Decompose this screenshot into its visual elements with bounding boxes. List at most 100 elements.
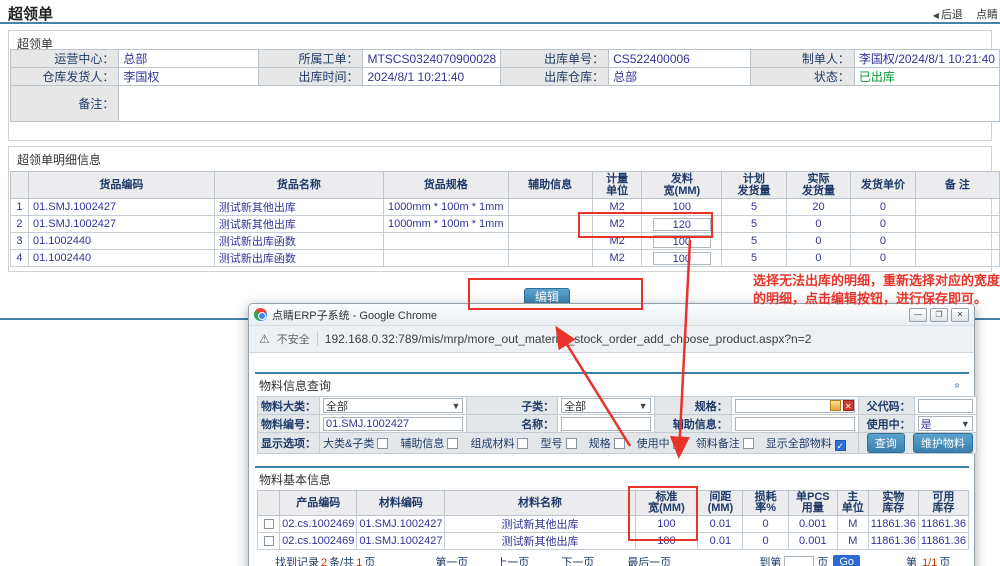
label-name: 名称： [467, 415, 558, 433]
col-rownum [11, 172, 29, 199]
cell-material-code: 01.SMJ.1002427 [357, 533, 445, 550]
prev-page-link[interactable]: 上一页 [496, 554, 529, 566]
cell-pcs-usage: 0.001 [788, 516, 837, 533]
next-page-link[interactable]: 下一页 [561, 554, 594, 566]
minimize-button[interactable]: — [909, 308, 927, 322]
maintain-material-button[interactable]: 维护物料 [913, 433, 973, 453]
cell-code: 01.SMJ.1002427 [28, 216, 214, 233]
material-row: 02.cs.1002469 01.SMJ.1002427 测试新其他出库 100… [258, 516, 969, 533]
goto-page-input[interactable] [784, 556, 814, 566]
back-link[interactable]: ◀后退 [933, 9, 963, 21]
width-input[interactable]: 100 [653, 252, 711, 265]
spec-clear-icon[interactable]: ✕ [843, 400, 854, 411]
chrome-popup-window: 点睛ERP子系统 - Google Chrome — ❐ ✕ ⚠ 不安全 192… [248, 303, 975, 566]
col-price: 发货单价 [851, 172, 915, 199]
cell-loss-rate: 0 [743, 533, 788, 550]
material-no-input[interactable] [323, 417, 463, 431]
cell-actual: 0 [786, 216, 851, 233]
close-button[interactable]: ✕ [951, 308, 969, 322]
value-status: 已出库 [854, 68, 999, 86]
name-input[interactable] [561, 417, 650, 431]
restore-button[interactable]: ❐ [930, 308, 948, 322]
cell-no: 2 [11, 216, 29, 233]
chevron-down-icon: ▼ [639, 401, 648, 411]
option-label: 大类&子类 [323, 438, 374, 450]
cell-name: 测试新其他出库 [214, 199, 383, 216]
col-stock: 实物 库存 [868, 491, 918, 516]
col-pcs-usage: 单PCS 用量 [788, 491, 837, 516]
row-checkbox[interactable] [264, 519, 274, 529]
cell-unit: M2 [592, 216, 642, 233]
cell-remark [915, 199, 999, 216]
width-input[interactable]: 100 [653, 235, 711, 248]
cell-loss-rate: 0 [743, 516, 788, 533]
option-checkbox[interactable] [614, 438, 625, 449]
material-query-section: 物料信息查询 » 物料大类： 全部▼ 子类： 全部▼ 规格： ✕ [255, 372, 969, 454]
cell-plan: 5 [722, 250, 786, 267]
current-page-info: 第 1/1页 [906, 554, 950, 566]
cell-name: 测试新其他出库 [214, 216, 383, 233]
col-loss-rate: 损耗 率% [743, 491, 788, 516]
query-section-title: 物料信息查询 [259, 377, 957, 394]
cell-name: 测试新出库函数 [214, 250, 383, 267]
option-checkbox[interactable] [377, 438, 388, 449]
cell-std-width: 100 [635, 533, 698, 550]
cell-no: 4 [11, 250, 29, 267]
chevron-down-icon: ▼ [961, 419, 970, 429]
in-use-select[interactable]: 是▼ [918, 416, 973, 431]
option-label: 型号 [541, 438, 563, 450]
cell-code: 01.1002440 [28, 250, 214, 267]
detail-table: 货品编码 货品名称 货品规格 辅助信息 计量 单位 发料 宽(MM) 计划 发货… [10, 171, 1000, 267]
cell-std-width: 100 [635, 516, 698, 533]
value-maker: 李国权/2024/8/1 10:21:40 [854, 50, 999, 68]
option-checkbox[interactable] [743, 438, 754, 449]
parent-code-input[interactable] [918, 399, 973, 413]
aux-info-input[interactable] [735, 417, 855, 431]
label-status: 状态： [750, 68, 854, 86]
detail-panel-title: 超领单明细信息 [9, 147, 991, 170]
option-checkbox[interactable] [517, 438, 528, 449]
cell-gap: 0.01 [698, 533, 743, 550]
col-remark: 备 注 [915, 172, 999, 199]
label-maker: 制单人： [750, 50, 854, 68]
cell-pcs-usage: 0.001 [788, 533, 837, 550]
goto-label: 到第 [759, 554, 781, 566]
cell-remark [915, 250, 999, 267]
popup-titlebar[interactable]: 点睛ERP子系统 - Google Chrome — ❐ ✕ [249, 304, 974, 326]
cell-unit: M2 [592, 199, 642, 216]
row-checkbox[interactable] [264, 536, 274, 546]
option-checkbox[interactable] [566, 438, 577, 449]
goto-suffix: 页 [817, 554, 828, 566]
cell-aux [508, 216, 592, 233]
cell-price: 0 [851, 233, 915, 250]
col-spec: 货品规格 [383, 172, 508, 199]
col-available: 可用 库存 [918, 491, 968, 516]
nav-right-link[interactable]: 点睛 [976, 9, 998, 21]
first-page-link[interactable]: 第一页 [435, 554, 468, 566]
sub-class-select[interactable]: 全部▼ [561, 398, 650, 413]
label-out-wh: 出库仓库： [501, 68, 609, 86]
value-shipper: 李国权 [119, 68, 258, 86]
collapse-icon[interactable]: » [952, 383, 969, 389]
option-checkbox[interactable] [447, 438, 458, 449]
result-section-title: 物料基本信息 [259, 471, 963, 488]
col-product-code: 产品编码 [280, 491, 357, 516]
last-page-link[interactable]: 最后一页 [627, 554, 671, 566]
spec-picker-icon[interactable] [830, 400, 841, 411]
material-info-section: 物料基本信息 产品编码 材料编码 材料名称 标准 宽(MM) 间距 (MM) 损… [255, 466, 969, 566]
cell-material-code: 01.SMJ.1002427 [357, 516, 445, 533]
cell-remark [915, 233, 999, 250]
display-options-row: 大类&子类 辅助信息 组成材料 型号 规格 使用中 领料备注 显示全部物料✓ [320, 433, 859, 454]
value-center: 总部 [119, 50, 258, 68]
cell-spec: 1000mm * 100m * 1mm [383, 216, 508, 233]
option-checkbox[interactable] [673, 438, 684, 449]
search-button[interactable]: 查询 [867, 433, 905, 453]
option-label: 辅助信息 [400, 438, 444, 450]
go-button[interactable]: Go [833, 555, 860, 566]
big-class-select[interactable]: 全部▼ [323, 398, 463, 413]
cell-actual: 20 [786, 199, 851, 216]
option-label: 使用中 [637, 438, 670, 450]
width-input[interactable]: 120 [653, 218, 711, 231]
cell-stock: 11861.36 [868, 516, 918, 533]
option-checkbox-checked[interactable]: ✓ [835, 440, 846, 451]
